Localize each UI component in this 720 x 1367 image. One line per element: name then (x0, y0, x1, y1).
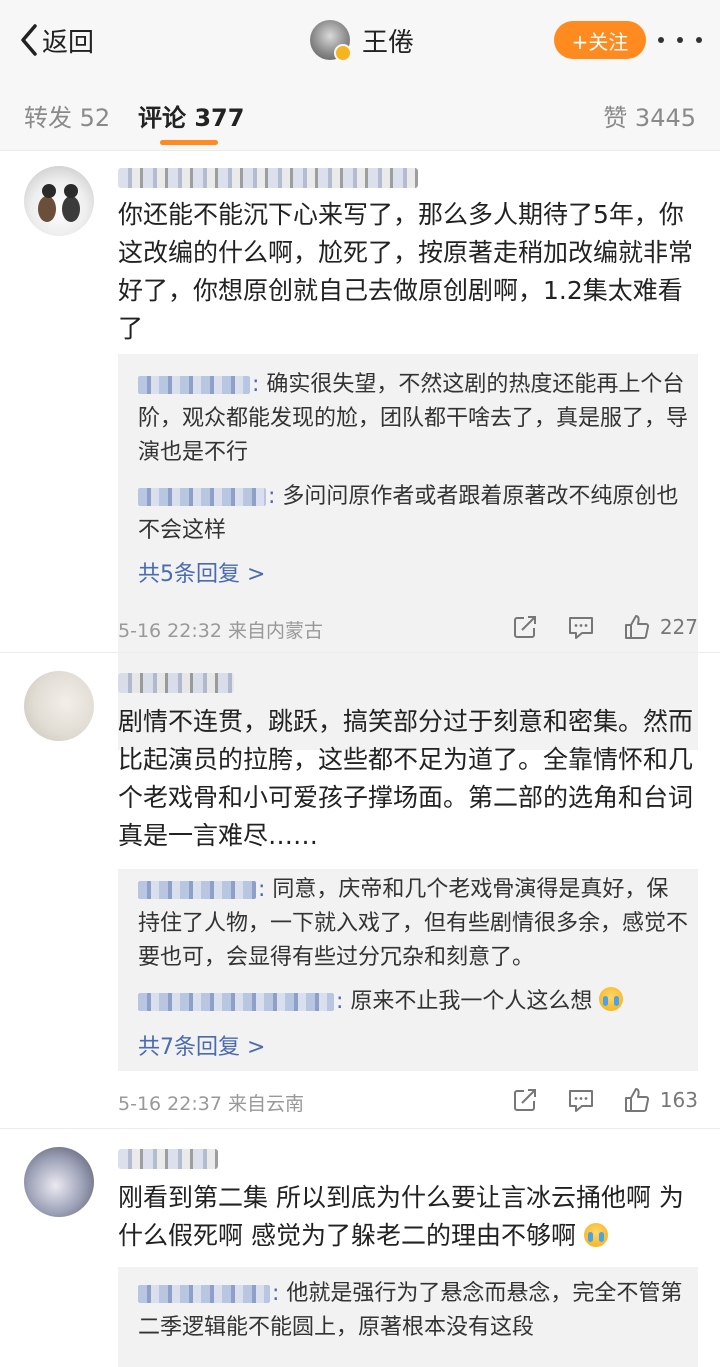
reply-text: 原来不止我一个人这么想 (350, 989, 593, 1014)
divider (0, 1128, 720, 1129)
commenter-avatar[interactable] (24, 1147, 94, 1217)
reply-item: : 确实很失望，不然这剧的热度还能再上个台阶，观众都能发现的尬，团队都干啥去了，… (138, 372, 689, 465)
reply-item: : 同意，庆帝和几个老戏骨演得是真好，保持住了人物，一下就入戏了，但有些剧情很多… (138, 877, 689, 970)
comment-location: 来自云南 (227, 1093, 304, 1115)
reply-user-name-redacted[interactable] (138, 488, 266, 506)
commenter-avatar[interactable] (24, 671, 94, 741)
comment-meta: 5-16 22:37 来自云南 (118, 1089, 304, 1116)
comment-text: 刚看到第二集 所以到底为什么要让言冰云捅他啊 为什么假死啊 感觉为了躲老二的理由… (118, 1183, 684, 1250)
comment-text: 剧情不连贯，跳跃，搞笑部分过于刻意和密集。然而比起演员的拉胯，这些都不足为道了。… (118, 707, 694, 850)
thumbs-up-icon[interactable] (622, 1085, 652, 1115)
reply-user-name-redacted[interactable] (138, 881, 256, 899)
commenter-name-redacted[interactable] (118, 1149, 218, 1169)
comment-time: 5-16 22:37 (118, 1093, 222, 1115)
commenter-name-redacted[interactable] (118, 168, 418, 188)
comment-text: 你还能不能沉下心来写了，那么多人期待了5年，你这改编的什么啊，尬死了，按原著走稍… (118, 200, 694, 343)
more-options-icon[interactable] (658, 22, 702, 58)
more-replies-link[interactable]: 共5条回复 > (138, 556, 265, 588)
reply-user-name-redacted[interactable] (138, 376, 250, 394)
share-icon[interactable] (510, 1085, 540, 1115)
verified-badge-icon (334, 44, 352, 62)
comment-time: 5-16 22:32 (118, 620, 222, 642)
like-count: 227 (659, 615, 698, 639)
header-user-name[interactable]: 王倦 (362, 22, 414, 59)
comment-icon[interactable] (566, 1085, 596, 1115)
tab-repost[interactable]: 转发 52 (24, 98, 110, 133)
more-replies-link[interactable]: 共7条回复 > (138, 1029, 265, 1061)
commenter-name-redacted[interactable] (118, 673, 234, 693)
reply-item: : 多问问原作者或者跟着原著改不纯原创也不会这样 (138, 484, 679, 543)
divider (0, 652, 720, 653)
comment-actions: 163 (484, 1085, 698, 1115)
comment-actions: 227 (484, 612, 698, 642)
commenter-avatar[interactable] (24, 166, 94, 236)
reply-user-name-redacted[interactable] (138, 993, 334, 1011)
comment-location: 来自内蒙古 (227, 620, 323, 642)
reply-item: : 原来不止我一个人这么想 (138, 985, 688, 1019)
back-button[interactable]: 返回 (18, 20, 94, 60)
share-icon[interactable] (510, 612, 540, 642)
top-bar: 返回 王倦 +关注 (0, 0, 720, 80)
tab-bar: 转发 52 评论 377 赞 3445 (0, 80, 720, 151)
reply-box: : 同意，庆帝和几个老戏骨演得是真好，保持住了人物，一下就入戏了，但有些剧情很多… (118, 869, 698, 1071)
reply-box: : 他就是强行为了悬念而悬念，完全不管第二季逻辑能不能圆上，原著根本没有这段 (118, 1267, 698, 1367)
crying-emoji-icon (599, 987, 624, 1011)
tab-like[interactable]: 赞 3445 (603, 98, 696, 133)
like-count: 163 (659, 1088, 698, 1112)
follow-button[interactable]: +关注 (554, 21, 646, 59)
thumbs-up-icon[interactable] (622, 612, 652, 642)
comment-meta: 5-16 22:32 来自内蒙古 (118, 616, 323, 643)
chevron-left-icon (21, 24, 37, 56)
tab-comment[interactable]: 评论 377 (138, 98, 244, 133)
comment-icon[interactable] (566, 612, 596, 642)
crying-emoji-icon (583, 1223, 608, 1247)
profile-header[interactable]: 王倦 (310, 18, 414, 62)
avatar[interactable] (310, 20, 352, 62)
active-tab-indicator (160, 140, 218, 145)
back-label: 返回 (42, 27, 95, 58)
reply-item: : 他就是强行为了悬念而悬念，完全不管第二季逻辑能不能圆上，原著根本没有这段 (138, 1281, 683, 1340)
reply-user-name-redacted[interactable] (138, 1285, 270, 1303)
